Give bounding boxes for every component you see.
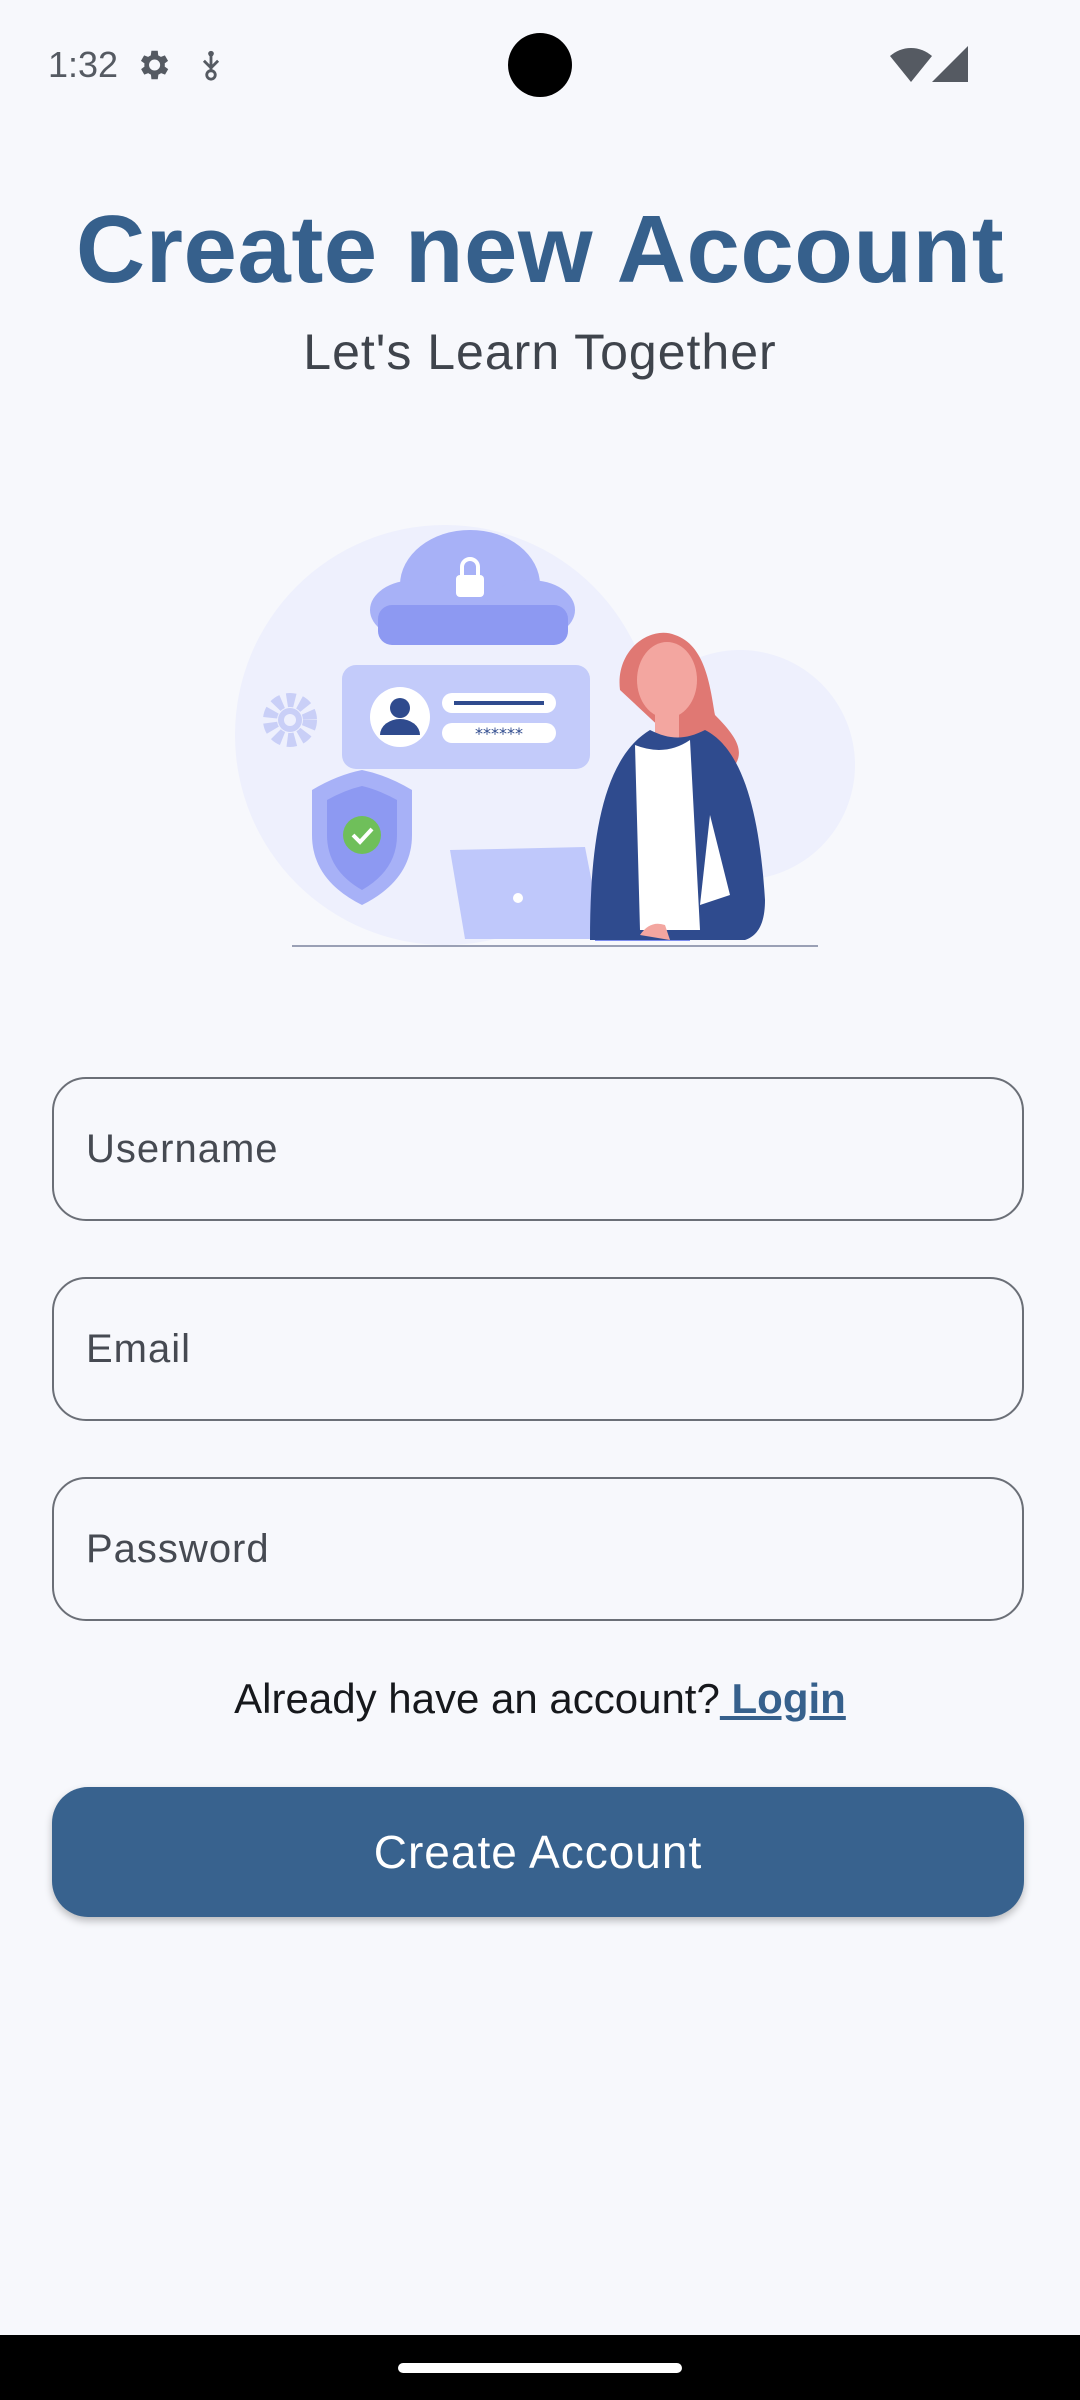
front-camera-cutout [508,33,572,97]
login-prompt: Already have an account? Login [0,1675,1080,1723]
usb-debug-icon [202,50,220,81]
status-time: 1:32 [48,44,119,85]
password-mask: ****** [475,724,523,743]
page-title: Create new Account [75,196,1005,303]
password-field[interactable] [52,1477,1024,1621]
account-security-illustration: ****** [235,525,855,947]
settings-gear-icon [140,50,169,80]
profile-card-icon: ****** [342,665,590,769]
username-field[interactable] [52,1077,1024,1221]
password-input[interactable] [54,1479,1022,1619]
create-account-button[interactable]: Create Account [52,1787,1024,1917]
email-input[interactable] [54,1279,1022,1419]
page-subtitle: Let's Learn Together [303,324,777,380]
cell-signal-icon [932,46,968,82]
login-link[interactable]: Login [720,1675,846,1722]
status-bar: 1:32 [0,0,1080,130]
login-prompt-text: Already have an account? [234,1675,720,1722]
email-field[interactable] [52,1277,1024,1421]
wifi-icon [890,48,932,82]
username-input[interactable] [54,1079,1022,1219]
home-gesture-handle[interactable] [398,2363,682,2373]
